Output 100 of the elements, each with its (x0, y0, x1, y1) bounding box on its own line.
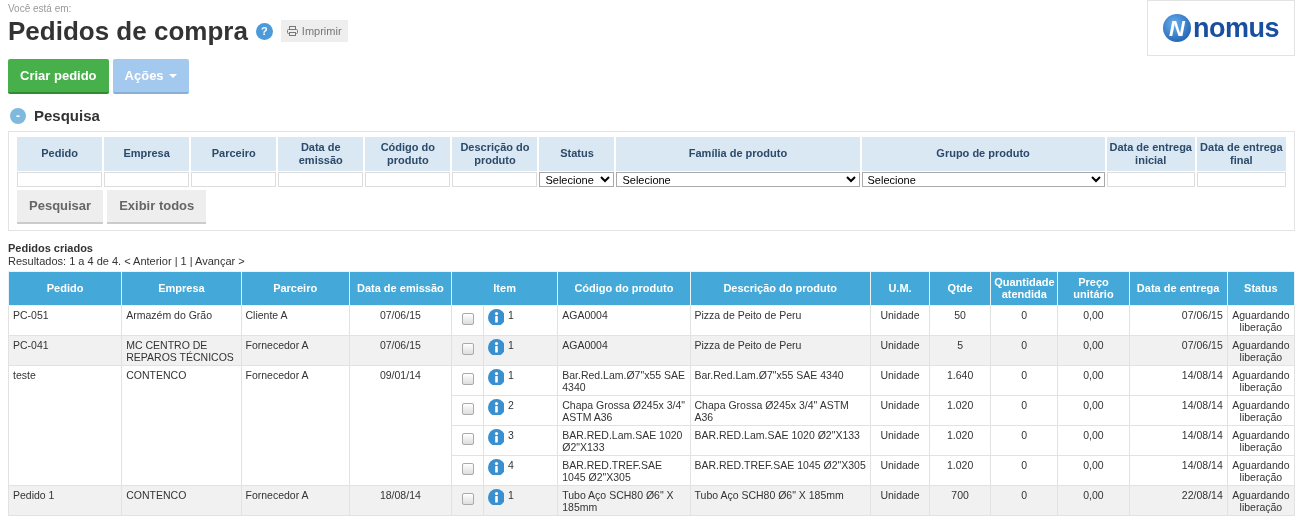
table-cell: 1.020 (929, 425, 991, 455)
pagination-text: Resultados: 1 a 4 de 4. < Anterior | 1 | Avançar > (8, 254, 246, 268)
partner-cell: Fornecedor A (241, 365, 350, 485)
table-cell: 0 (990, 395, 1058, 425)
column-header: Parceiro (191, 136, 277, 171)
table-cell: Tubo Aço SCH80 Ø6" X 185mm (557, 485, 691, 515)
table-cell: Chapa Grossa Ø245x 3/4" ASTM A36 (690, 395, 871, 425)
table-cell: 0,00 (1057, 455, 1129, 485)
table-cell: AGA0004 (557, 305, 691, 335)
section-title: Pesquisa (34, 106, 100, 126)
table-cell: Unidade (870, 365, 930, 395)
table-cell: BAR.RED.Lam.SAE 1020 Ø2"X133 (557, 425, 691, 455)
checkbox[interactable] (461, 342, 474, 355)
checkbox[interactable] (461, 312, 474, 325)
print-button[interactable]: Imprimir (280, 19, 348, 43)
info-icon (488, 488, 505, 505)
checkbox[interactable] (461, 402, 474, 415)
order-id: teste (8, 365, 122, 485)
input-field[interactable] (104, 171, 190, 187)
table-cell: 0 (990, 335, 1058, 365)
select-field[interactable]: Selecione (539, 171, 615, 187)
section-title: Pedidos criados (8, 241, 94, 255)
table-cell: 14/08/14 (1129, 425, 1228, 455)
company-cell: CONTENCO (121, 365, 241, 485)
item-number: 1 (508, 308, 514, 321)
printer-icon (286, 26, 298, 36)
info-icon (488, 458, 505, 475)
column-header: Parceiro (241, 271, 350, 305)
table-cell: 07/06/15 (1129, 305, 1228, 335)
table-cell: Unidade (870, 335, 930, 365)
table-cell: BAR.RED.TREF.SAE 1045 Ø2"X305 (557, 455, 691, 485)
create-order-button[interactable]: Criar pedido (8, 59, 109, 94)
input-field[interactable] (17, 171, 103, 187)
input-field[interactable] (1106, 171, 1195, 187)
search-button[interactable]: Pesquisar (17, 189, 104, 224)
table-cell: AGA0004 (557, 335, 691, 365)
table-cell: 07/06/15 (1129, 335, 1228, 365)
input-field[interactable] (1196, 171, 1286, 187)
table-cell: 1.020 (929, 455, 991, 485)
input-field[interactable] (278, 171, 364, 187)
info-icon (488, 398, 505, 415)
column-header: Pedido (8, 271, 122, 305)
partner-cell: Fornecedor A (241, 485, 350, 515)
item-number: 1 (508, 488, 514, 501)
table-cell: Tubo Aço SCH80 Ø6" X 185mm (690, 485, 871, 515)
logo-text: nomus (1193, 14, 1279, 42)
table-cell: 1.020 (929, 395, 991, 425)
column-header: Data de emissão (349, 271, 452, 305)
table-cell: Unidade (870, 425, 930, 455)
table-cell: BAR.RED.Lam.SAE 1020 Ø2"X133 (690, 425, 871, 455)
company-cell: MC CENTRO DE REPAROS TÉCNICOS (121, 335, 241, 365)
table-cell: 0,00 (1057, 485, 1129, 515)
partner-cell: Fornecedor A (241, 335, 350, 365)
order-id: Pedido 1 (8, 485, 122, 515)
column-header: Qtde (929, 271, 991, 305)
date-cell: 07/06/15 (349, 335, 452, 365)
column-header: Item (451, 271, 558, 305)
date-cell: 07/06/15 (349, 305, 452, 335)
input-field[interactable] (365, 171, 451, 187)
company-cell: CONTENCO (121, 485, 241, 515)
date-cell: 18/08/14 (349, 485, 452, 515)
help-icon[interactable]: ? (255, 22, 273, 40)
table-cell: Pizza de Peito de Peru (690, 335, 871, 365)
table-cell: 1.640 (929, 365, 991, 395)
checkbox[interactable] (461, 372, 474, 385)
column-header: Data de entrega (1129, 271, 1228, 305)
checkbox[interactable] (461, 432, 474, 445)
caret-icon (168, 73, 177, 78)
checkbox[interactable] (461, 462, 474, 475)
column-header: Descrição do produto (690, 271, 871, 305)
item-number: 4 (508, 458, 514, 471)
checkbox[interactable] (461, 492, 474, 505)
table-cell: 0,00 (1057, 395, 1129, 425)
table-cell: 14/08/14 (1129, 455, 1228, 485)
show-all-button[interactable]: Exibir todos (107, 189, 207, 224)
column-header: Código do produto (365, 136, 451, 171)
info-icon (488, 338, 505, 355)
table-cell: 50 (929, 305, 991, 335)
table-cell: 0 (990, 485, 1058, 515)
table-cell: Unidade (870, 455, 930, 485)
select-field[interactable]: Selecione (861, 171, 1105, 187)
company-cell: Armazém do Grão (121, 305, 241, 335)
column-header: Data de emissão (278, 136, 364, 171)
column-header: Família de produto (616, 136, 860, 171)
select-field[interactable]: Selecione (616, 171, 860, 187)
input-field[interactable] (452, 171, 538, 187)
table-cell: Aguardando liberação (1227, 425, 1295, 455)
column-header: Preço unitário (1057, 271, 1129, 305)
input-field[interactable] (191, 171, 277, 187)
table-cell: Aguardando liberação (1227, 455, 1295, 485)
column-header: Empresa (121, 271, 241, 305)
info-icon (488, 368, 505, 385)
info-icon (488, 308, 505, 325)
table-cell: 0,00 (1057, 335, 1129, 365)
table-cell: Pizza de Peito de Peru (690, 305, 871, 335)
table-cell: Unidade (870, 485, 930, 515)
info-icon (488, 428, 505, 445)
table-cell: Aguardando liberação (1227, 335, 1295, 365)
table-cell: Unidade (870, 305, 930, 335)
partner-cell: Cliente A (241, 305, 350, 335)
